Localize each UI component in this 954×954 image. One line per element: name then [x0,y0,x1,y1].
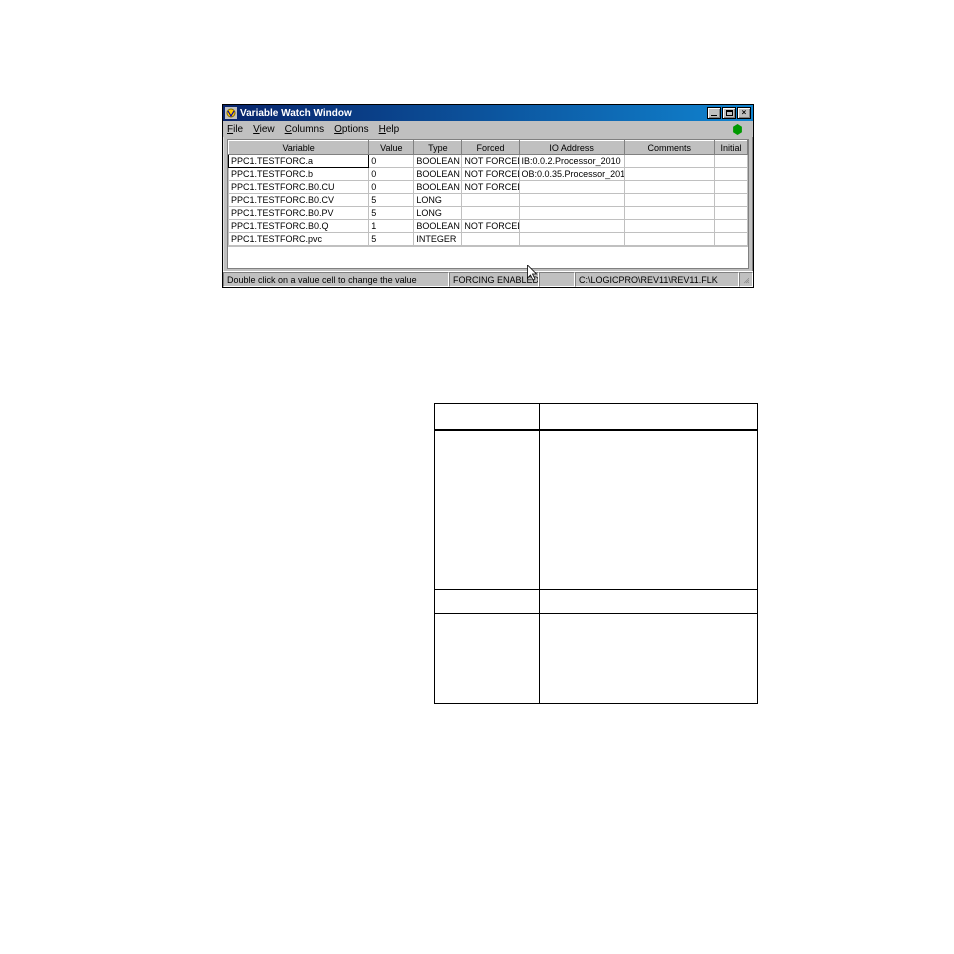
minimize-button[interactable] [707,107,721,119]
cell-forced[interactable]: NOT FORCED [462,168,519,181]
cell-type[interactable]: BOOLEAN [414,168,462,181]
cell-io[interactable] [519,194,624,207]
cell-type[interactable]: LONG [414,194,462,207]
table-row[interactable]: PPC1.TESTFORC.B0.CV5LONG [229,194,748,207]
col-type[interactable]: Type [414,141,462,155]
cell-forced[interactable] [462,233,519,246]
cell-variable[interactable]: PPC1.TESTFORC.B0.PV [229,207,369,220]
aux-cell [435,430,540,590]
cell-variable[interactable]: PPC1.TESTFORC.b [229,168,369,181]
aux-cell [435,614,540,704]
aux-cell [540,430,758,590]
table-row[interactable]: PPC1.TESTFORC.B0.PV5LONG [229,207,748,220]
cell-comments[interactable] [624,168,714,181]
table-row[interactable]: PPC1.TESTFORC.B0.CU0BOOLEANNOT FORCED [229,181,748,194]
cell-initial[interactable] [714,194,747,207]
cell-comments[interactable] [624,194,714,207]
table-row[interactable]: PPC1.TESTFORC.a0BOOLEANNOT FORCEDIB:0.0.… [229,155,748,168]
menu-view[interactable]: View [253,124,275,135]
aux-cell [540,590,758,614]
cell-variable[interactable]: PPC1.TESTFORC.B0.CU [229,181,369,194]
cell-variable[interactable]: PPC1.TESTFORC.B0.CV [229,194,369,207]
grid-header-row: Variable Value Type Forced IO Address Co… [229,141,748,155]
close-button[interactable]: × [737,107,751,119]
menu-columns[interactable]: Columns [285,124,324,135]
col-forced[interactable]: Forced [462,141,519,155]
table-row[interactable]: PPC1.TESTFORC.pvc5INTEGER [229,233,748,246]
cell-comments[interactable] [624,233,714,246]
resize-grip[interactable] [739,272,753,287]
menubar: File View Columns Options Help [223,121,753,137]
cell-initial[interactable] [714,233,747,246]
cell-type[interactable]: INTEGER [414,233,462,246]
cell-initial[interactable] [714,168,747,181]
col-comments[interactable]: Comments [624,141,714,155]
variable-watch-window: Variable Watch Window × File View Column… [222,104,754,288]
cell-comments[interactable] [624,207,714,220]
cell-type[interactable]: BOOLEAN [414,181,462,194]
status-forcing: FORCING ENABLED [449,272,539,287]
cell-initial[interactable] [714,155,747,168]
status-hint: Double click on a value cell to change t… [223,272,449,287]
cell-type[interactable]: BOOLEAN [414,220,462,233]
window-title: Variable Watch Window [240,108,707,119]
cell-value[interactable]: 0 [369,155,414,168]
cell-type[interactable]: BOOLEAN [414,155,462,168]
col-io-address[interactable]: IO Address [519,141,624,155]
aux-empty-table [434,403,758,704]
maximize-button[interactable] [722,107,736,119]
cell-variable[interactable]: PPC1.TESTFORC.pvc [229,233,369,246]
cell-io[interactable] [519,233,624,246]
cell-type[interactable]: LONG [414,207,462,220]
cell-initial[interactable] [714,220,747,233]
cell-value[interactable]: 0 [369,181,414,194]
cell-io[interactable]: OB:0.0.35.Processor_2010 [519,168,624,181]
aux-cell [435,404,540,430]
col-initial[interactable]: Initial [714,141,747,155]
app-icon [225,107,237,119]
cell-initial[interactable] [714,181,747,194]
cell-value[interactable]: 1 [369,220,414,233]
aux-cell [540,404,758,430]
cell-variable[interactable]: PPC1.TESTFORC.a [229,155,369,168]
cell-variable[interactable]: PPC1.TESTFORC.B0.Q [229,220,369,233]
connection-status-icon [732,124,743,138]
col-variable[interactable]: Variable [229,141,369,155]
cell-comments[interactable] [624,155,714,168]
variable-grid[interactable]: Variable Value Type Forced IO Address Co… [227,139,749,269]
cell-value[interactable]: 5 [369,194,414,207]
status-spacer [539,272,575,287]
cell-comments[interactable] [624,181,714,194]
aux-cell [435,590,540,614]
table-row[interactable]: PPC1.TESTFORC.b0BOOLEANNOT FORCEDOB:0.0.… [229,168,748,181]
statusbar: Double click on a value cell to change t… [223,271,753,287]
col-value[interactable]: Value [369,141,414,155]
cell-io[interactable] [519,207,624,220]
cell-value[interactable]: 0 [369,168,414,181]
cell-io[interactable] [519,181,624,194]
status-path: C:\LOGICPRO\REV11\REV11.FLK [575,272,739,287]
menu-file[interactable]: File [227,124,243,135]
aux-cell [540,614,758,704]
menu-options[interactable]: Options [334,124,368,135]
cell-initial[interactable] [714,207,747,220]
cell-forced[interactable] [462,194,519,207]
cell-forced[interactable]: NOT FORCED [462,181,519,194]
grid-empty-area[interactable] [228,246,748,268]
table-row[interactable]: PPC1.TESTFORC.B0.Q1BOOLEANNOT FORCED [229,220,748,233]
cell-value[interactable]: 5 [369,233,414,246]
menu-help[interactable]: Help [379,124,400,135]
cell-forced[interactable] [462,207,519,220]
cell-value[interactable]: 5 [369,207,414,220]
cell-forced[interactable]: NOT FORCED [462,155,519,168]
cell-comments[interactable] [624,220,714,233]
cell-io[interactable]: IB:0.0.2.Processor_2010 [519,155,624,168]
cell-forced[interactable]: NOT FORCED [462,220,519,233]
titlebar[interactable]: Variable Watch Window × [223,105,753,121]
cell-io[interactable] [519,220,624,233]
